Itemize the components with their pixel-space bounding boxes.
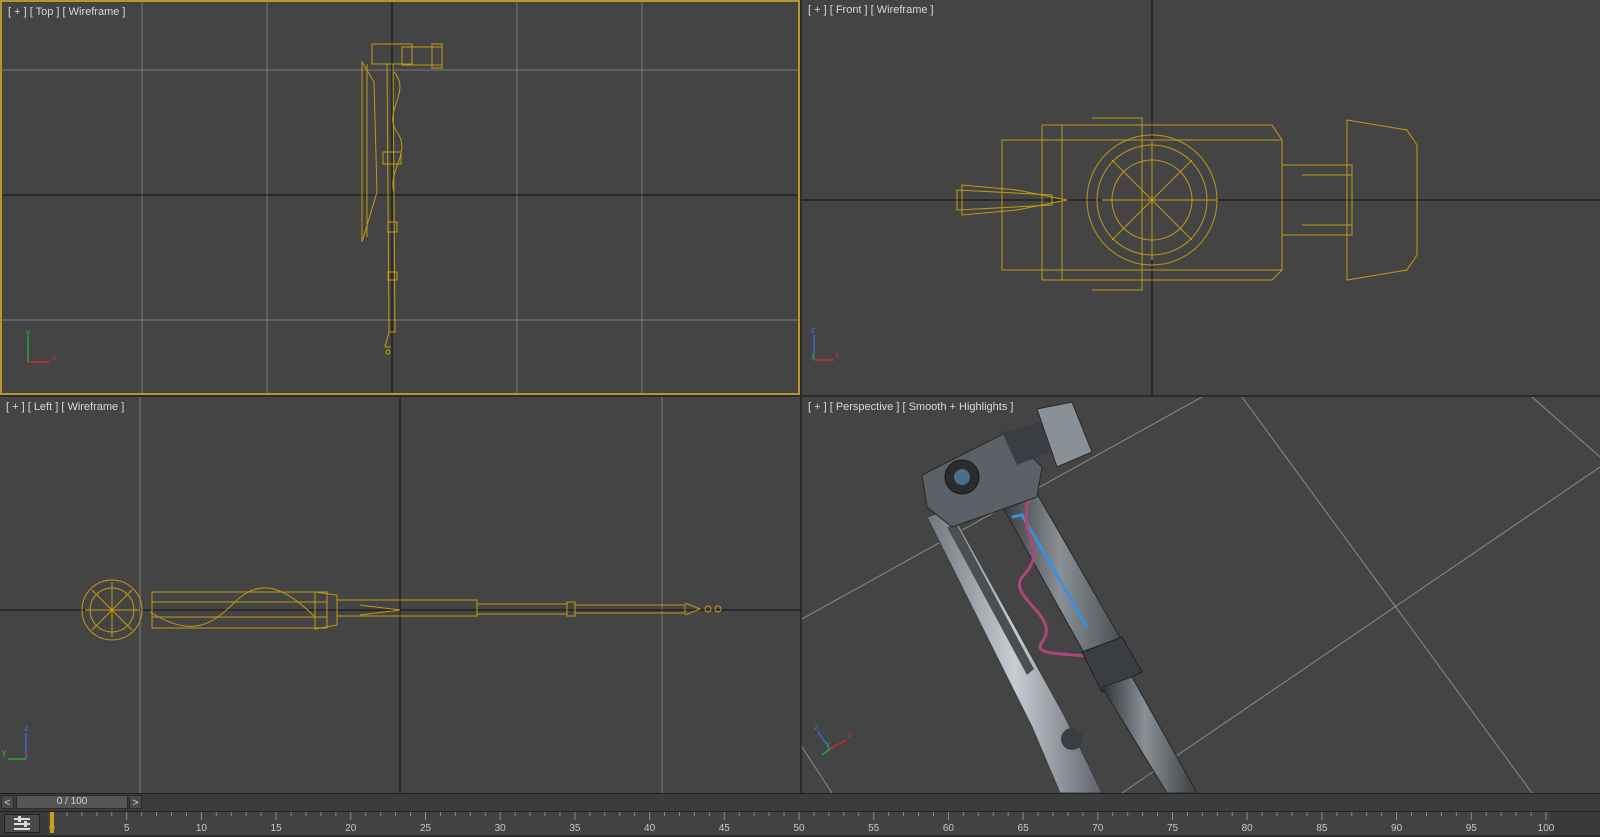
time-slider-thumb[interactable]: 0 / 100 xyxy=(16,795,128,809)
trackbar-tick-label: 5 xyxy=(124,823,130,834)
trackbar-tick-label: 85 xyxy=(1316,823,1328,834)
trackbar-tick-label: 100 xyxy=(1538,823,1555,834)
front-hammer-model xyxy=(956,117,1418,291)
top-wireframe-scene: y x xyxy=(2,2,798,393)
svg-text:x: x xyxy=(24,748,28,757)
left-axis-tripod: z y x xyxy=(2,723,29,760)
trackbar[interactable]: 0510152025303540455055606570758085909510… xyxy=(0,811,1600,835)
svg-text:z: z xyxy=(811,325,816,335)
front-wireframe-scene: z x y xyxy=(802,0,1600,395)
trackbar-ruler: 0510152025303540455055606570758085909510… xyxy=(48,812,1555,835)
viewport-top-label[interactable]: [ + ] [ Top ] [ Wireframe ] xyxy=(8,6,125,18)
trackbar-tick-label: 75 xyxy=(1167,823,1179,834)
perspective-scene: z x y xyxy=(802,397,1600,793)
trackbar-tick-label: 25 xyxy=(420,823,432,834)
front-axis-tripod: z x y xyxy=(811,325,840,361)
svg-text:z: z xyxy=(24,723,29,733)
top-axis-tripod: y x xyxy=(26,327,57,363)
trackbar-tick-label: 15 xyxy=(271,823,283,834)
viewport-perspective-label[interactable]: [ + ] [ Perspective ] [ Smooth + Highlig… xyxy=(808,401,1013,413)
trackbar-tick-label: 90 xyxy=(1391,823,1403,834)
top-hammer-model xyxy=(361,43,443,355)
trackbar-tick-label: 80 xyxy=(1242,823,1254,834)
trackbar-tick-label: 95 xyxy=(1466,823,1478,834)
trackbar-tick-label: 55 xyxy=(868,823,880,834)
perspective-hammer-model xyxy=(921,401,1198,793)
trackbar-tick-label: 60 xyxy=(943,823,955,834)
viewport-left-label[interactable]: [ + ] [ Left ] [ Wireframe ] xyxy=(6,401,124,413)
time-slider[interactable]: < 0 / 100 > xyxy=(0,793,1600,811)
svg-text:x: x xyxy=(835,350,840,360)
trackbar-tick-label: 35 xyxy=(569,823,581,834)
time-slider-next-button[interactable]: > xyxy=(129,795,142,809)
trackbar-tick-label: 50 xyxy=(793,823,805,834)
viewport-front-label[interactable]: [ + ] [ Front ] [ Wireframe ] xyxy=(808,4,934,16)
svg-text:z: z xyxy=(814,722,819,732)
time-slider-prev-button[interactable]: < xyxy=(1,795,14,809)
trackbar-tick-label: 70 xyxy=(1092,823,1104,834)
viewport-front[interactable]: z x y [ + ] [ Front ] [ Wireframe ] xyxy=(802,0,1600,395)
viewport-perspective[interactable]: z x y [ + ] [ Perspective ] [ Smooth + H… xyxy=(802,397,1600,793)
trackbar-tick-label: 30 xyxy=(495,823,507,834)
left-wireframe-scene: z y x xyxy=(0,397,800,793)
trackbar-tick-label: 65 xyxy=(1018,823,1030,834)
svg-text:x: x xyxy=(52,352,57,362)
svg-text:y: y xyxy=(26,327,31,337)
svg-text:y: y xyxy=(826,739,830,748)
svg-text:y: y xyxy=(2,747,7,757)
viewport-top[interactable]: y x [ + ] [ Top ] [ Wireframe ] xyxy=(0,0,800,395)
viewport-left[interactable]: z y x [ + ] [ Left ] [ Wireframe ] xyxy=(0,397,800,793)
trackbar-tick-label: 10 xyxy=(196,823,208,834)
trackbar-tick-label: 45 xyxy=(719,823,731,834)
trackbar-tick-label: 40 xyxy=(644,823,656,834)
current-frame-marker[interactable] xyxy=(50,812,54,833)
svg-text:x: x xyxy=(847,730,852,740)
svg-text:y: y xyxy=(811,351,815,360)
trackbar-tick-label: 20 xyxy=(345,823,357,834)
perspective-axis-tripod: z x y xyxy=(814,722,852,756)
